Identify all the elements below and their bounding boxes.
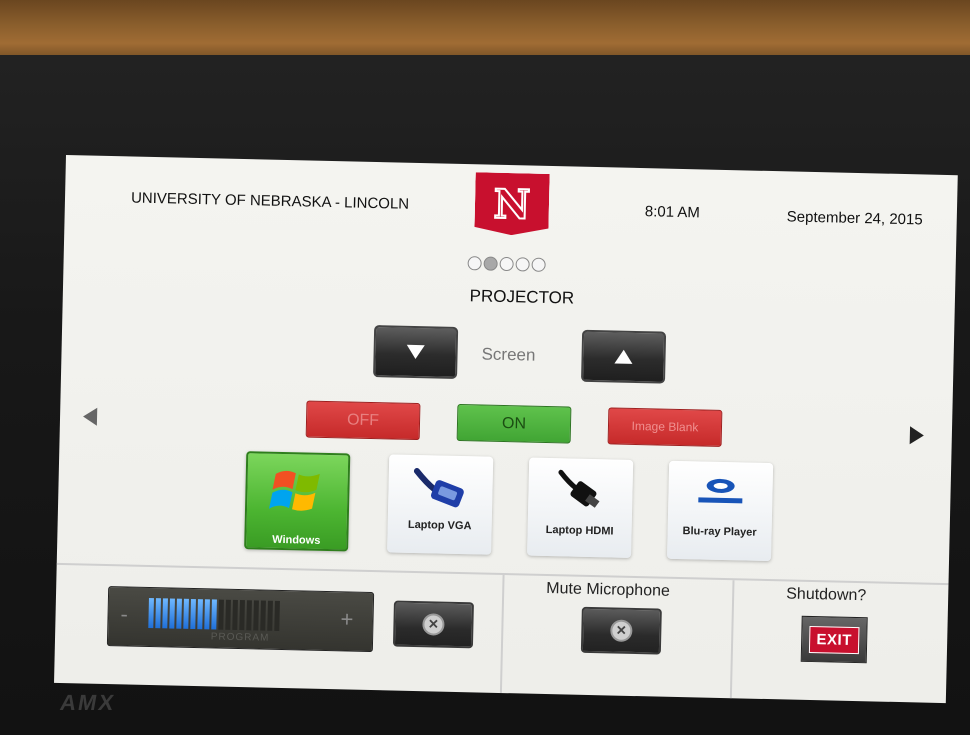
volume-label: PROGRAM — [210, 631, 270, 644]
touch-panel-screen: UNIVERSITY OF NEBRASKA - LINCOLN N 8:01 … — [54, 155, 958, 704]
mute-x-icon: ✕ — [610, 619, 633, 642]
windows-icon — [269, 470, 320, 511]
screen-label: Screen — [481, 344, 536, 365]
mute-microphone-label: Mute Microphone — [546, 580, 671, 600]
volume-level-bars — [148, 597, 280, 631]
hdmi-cable-icon — [558, 469, 600, 508]
source-laptop-hdmi-button[interactable]: Laptop HDMI — [527, 457, 634, 558]
source-bluray-button[interactable]: Blu-ray Player — [666, 460, 774, 562]
previous-page-arrow-icon[interactable] — [82, 407, 98, 426]
mute-x-icon: ✕ — [422, 613, 445, 636]
next-page-arrow-icon[interactable] — [909, 426, 925, 445]
arrow-down-icon — [406, 344, 425, 360]
section-divider-1 — [499, 575, 505, 694]
volume-bar — [162, 598, 168, 629]
arrow-up-icon — [614, 349, 633, 364]
exit-sign-icon: EXIT — [809, 625, 860, 654]
volume-bar — [218, 599, 224, 630]
volume-bar — [260, 600, 266, 631]
university-logo: N — [474, 172, 549, 236]
volume-slider[interactable]: - + PROGRAM — [106, 586, 375, 653]
source-label: Blu-ray Player — [682, 525, 757, 539]
screen-up-button[interactable] — [580, 329, 667, 384]
section-divider-2 — [729, 580, 735, 699]
image-blank-button[interactable]: Image Blank — [607, 407, 723, 447]
bluray-icon — [698, 478, 743, 504]
volume-up-icon[interactable]: + — [340, 606, 353, 632]
projector-off-button[interactable]: OFF — [305, 400, 421, 441]
vga-cable-icon — [413, 468, 464, 508]
page-dot-3[interactable] — [499, 256, 514, 272]
clock-time: 8:01 AM — [644, 203, 701, 222]
page-indicator — [467, 256, 546, 272]
shutdown-label: Shutdown? — [786, 585, 867, 605]
page-dot-1[interactable] — [467, 256, 482, 271]
volume-bar — [239, 600, 245, 631]
university-name: UNIVERSITY OF NEBRASKA - LINCOLN — [130, 189, 410, 213]
logo-letter: N — [493, 180, 531, 229]
page-dot-5[interactable] — [531, 257, 546, 272]
volume-bar — [155, 598, 161, 629]
projector-on-button[interactable]: ON — [456, 403, 572, 444]
volume-down-icon[interactable]: - — [120, 601, 128, 627]
source-label: Windows — [272, 533, 321, 547]
page-title: PROJECTOR — [469, 286, 575, 308]
volume-bar — [183, 598, 189, 629]
volume-bar — [169, 598, 175, 629]
volume-bar — [148, 597, 154, 629]
volume-bar — [197, 599, 203, 630]
bezel-brand-mark: AMX — [58, 690, 118, 715]
volume-bar — [267, 600, 273, 631]
volume-bar — [246, 600, 252, 631]
page-dot-4[interactable] — [515, 257, 530, 272]
volume-bar — [232, 599, 238, 631]
program-mute-button[interactable]: ✕ — [392, 600, 474, 649]
current-date: September 24, 2015 — [786, 208, 923, 229]
volume-bar — [176, 598, 182, 629]
desk-surface — [0, 0, 970, 62]
exit-button[interactable]: EXIT — [800, 615, 868, 664]
page-dot-2[interactable] — [483, 256, 498, 271]
source-label: Laptop VGA — [407, 518, 472, 533]
source-windows-button[interactable]: Windows — [244, 451, 351, 552]
source-label: Laptop HDMI — [545, 523, 614, 538]
volume-bar — [253, 600, 259, 631]
volume-bar — [204, 599, 210, 630]
volume-bar — [225, 599, 231, 630]
volume-bar — [274, 600, 280, 631]
volume-bar — [190, 598, 196, 630]
source-laptop-vga-button[interactable]: Laptop VGA — [387, 454, 494, 555]
mute-microphone-button[interactable]: ✕ — [580, 606, 662, 655]
volume-bar — [211, 599, 217, 630]
screen-down-button[interactable] — [373, 325, 459, 379]
